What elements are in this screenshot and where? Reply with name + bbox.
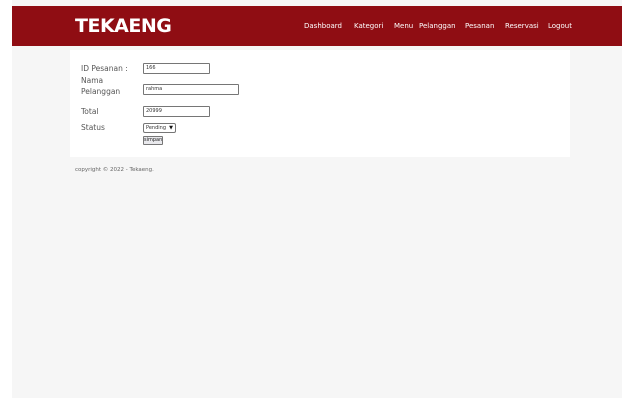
nav-link-kategori[interactable]: Kategori	[354, 21, 383, 31]
simpan-button[interactable]: simpan	[143, 136, 163, 145]
chevron-down-icon: ▼	[169, 125, 173, 131]
edit-order-form: ID Pesanan : 166 Nama Pelanggan rahma To…	[70, 50, 570, 157]
status-select[interactable]: Pending ▼	[143, 123, 176, 133]
nama-pelanggan-label-line2: Pelanggan	[81, 87, 121, 96]
total-input[interactable]: 20999	[143, 106, 210, 117]
nama-pelanggan-label-line1: Nama	[81, 76, 104, 85]
page-background: TEKAENG Dashboard Kategori Menu Pelangga…	[12, 0, 622, 398]
nav-link-reservasi[interactable]: Reservasi	[505, 21, 539, 31]
id-pesanan-label: ID Pesanan :	[81, 64, 128, 73]
brand-logo[interactable]: TEKAENG	[75, 15, 172, 37]
total-label: Total	[81, 107, 99, 116]
status-label: Status	[81, 123, 105, 132]
top-navbar: TEKAENG Dashboard Kategori Menu Pelangga…	[12, 6, 622, 46]
nav-link-dashboard[interactable]: Dashboard	[304, 21, 342, 31]
nav-link-logout[interactable]: Logout	[548, 21, 572, 31]
nav-link-menu[interactable]: Menu	[394, 21, 413, 31]
status-select-value: Pending	[146, 125, 166, 131]
footer-copyright: copyright © 2022 - Tekaeng.	[75, 167, 154, 173]
nav-link-pesanan[interactable]: Pesanan	[465, 21, 494, 31]
nav-link-pelanggan[interactable]: Pelanggan	[419, 21, 456, 31]
id-pesanan-input[interactable]: 166	[143, 63, 210, 74]
nama-pelanggan-input[interactable]: rahma	[143, 84, 239, 95]
